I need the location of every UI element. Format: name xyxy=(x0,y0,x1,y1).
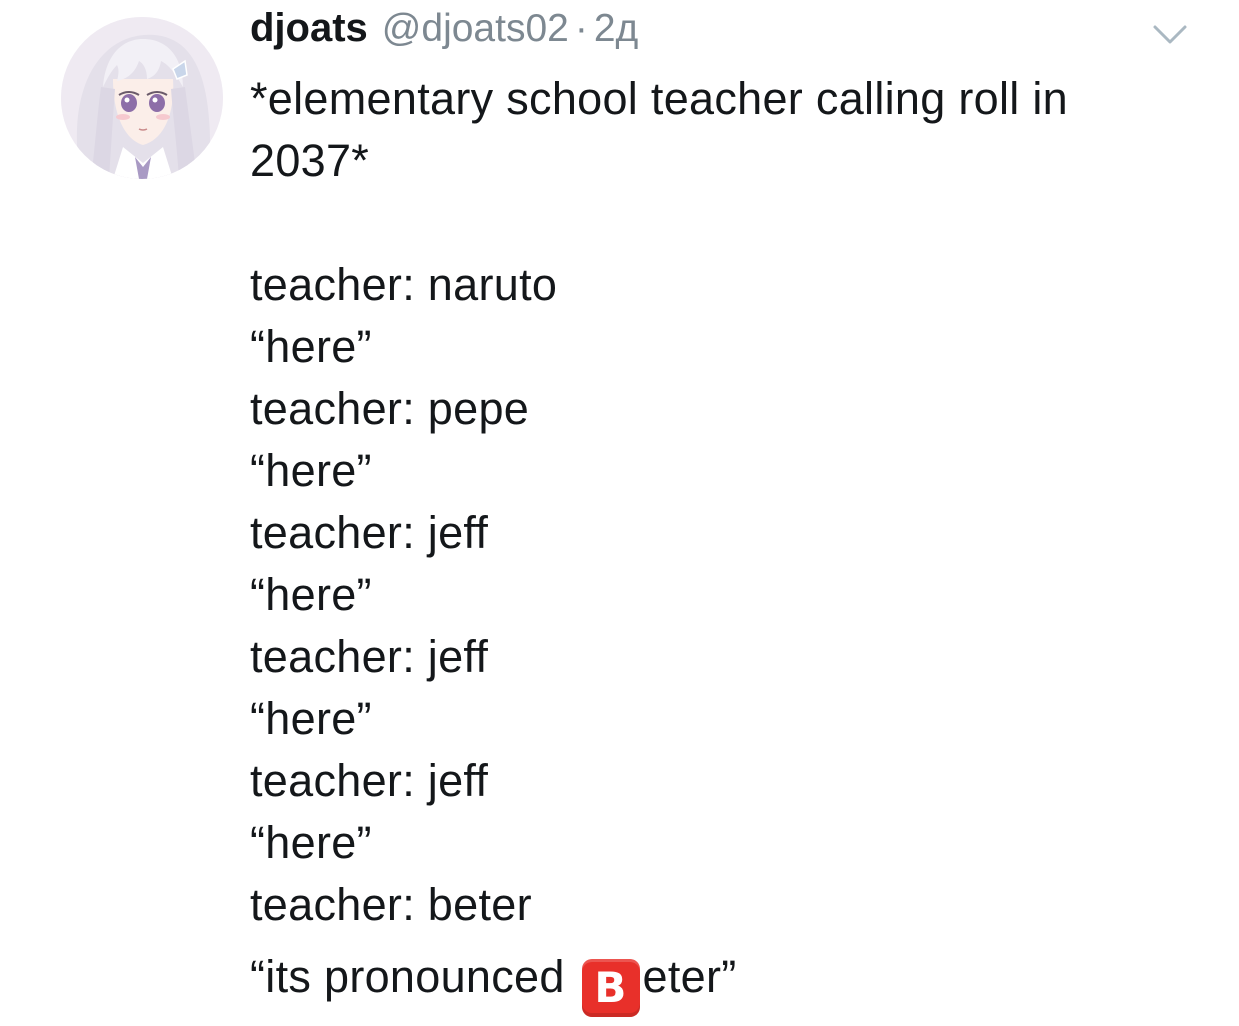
chevron-down-icon xyxy=(1153,25,1187,44)
final-line-after: eter” xyxy=(642,951,737,1002)
roll-line: “here” xyxy=(250,445,372,496)
b-button-emoji-icon: B xyxy=(581,959,640,1017)
display-name[interactable]: djoats xyxy=(250,6,368,51)
tweet: djoats @djoats02 · 2д *elementary school… xyxy=(0,0,1239,1026)
final-line-before: “its pronounced xyxy=(250,951,578,1002)
tweet-title-line-2: 2037* xyxy=(250,135,370,186)
tweet-title-line-1: *elementary school teacher calling roll … xyxy=(250,73,1069,124)
roll-line: teacher: pepe xyxy=(250,383,530,434)
tweet-text: *elementary school teacher calling roll … xyxy=(250,68,1210,1017)
anime-girl-avatar-icon xyxy=(61,17,223,179)
final-line: “its pronounced Beter” xyxy=(250,946,1210,1017)
roll-line: “here” xyxy=(250,569,372,620)
tweet-header: djoats @djoats02 · 2д xyxy=(250,6,638,62)
roll-line: “here” xyxy=(250,321,372,372)
roll-line: teacher: jeff xyxy=(250,755,489,806)
separator-dot: · xyxy=(574,7,588,50)
roll-line: “here” xyxy=(250,817,372,868)
roll-line: teacher: jeff xyxy=(250,507,489,558)
roll-line: teacher: naruto xyxy=(250,259,558,310)
avatar[interactable] xyxy=(61,17,223,179)
roll-line: teacher: jeff xyxy=(250,631,489,682)
user-handle[interactable]: @djoats02 xyxy=(382,7,569,51)
roll-line: teacher: beter xyxy=(250,879,532,930)
tweet-menu-button[interactable] xyxy=(1152,22,1188,48)
roll-line: “here” xyxy=(250,693,372,744)
timestamp[interactable]: 2д xyxy=(594,7,638,51)
